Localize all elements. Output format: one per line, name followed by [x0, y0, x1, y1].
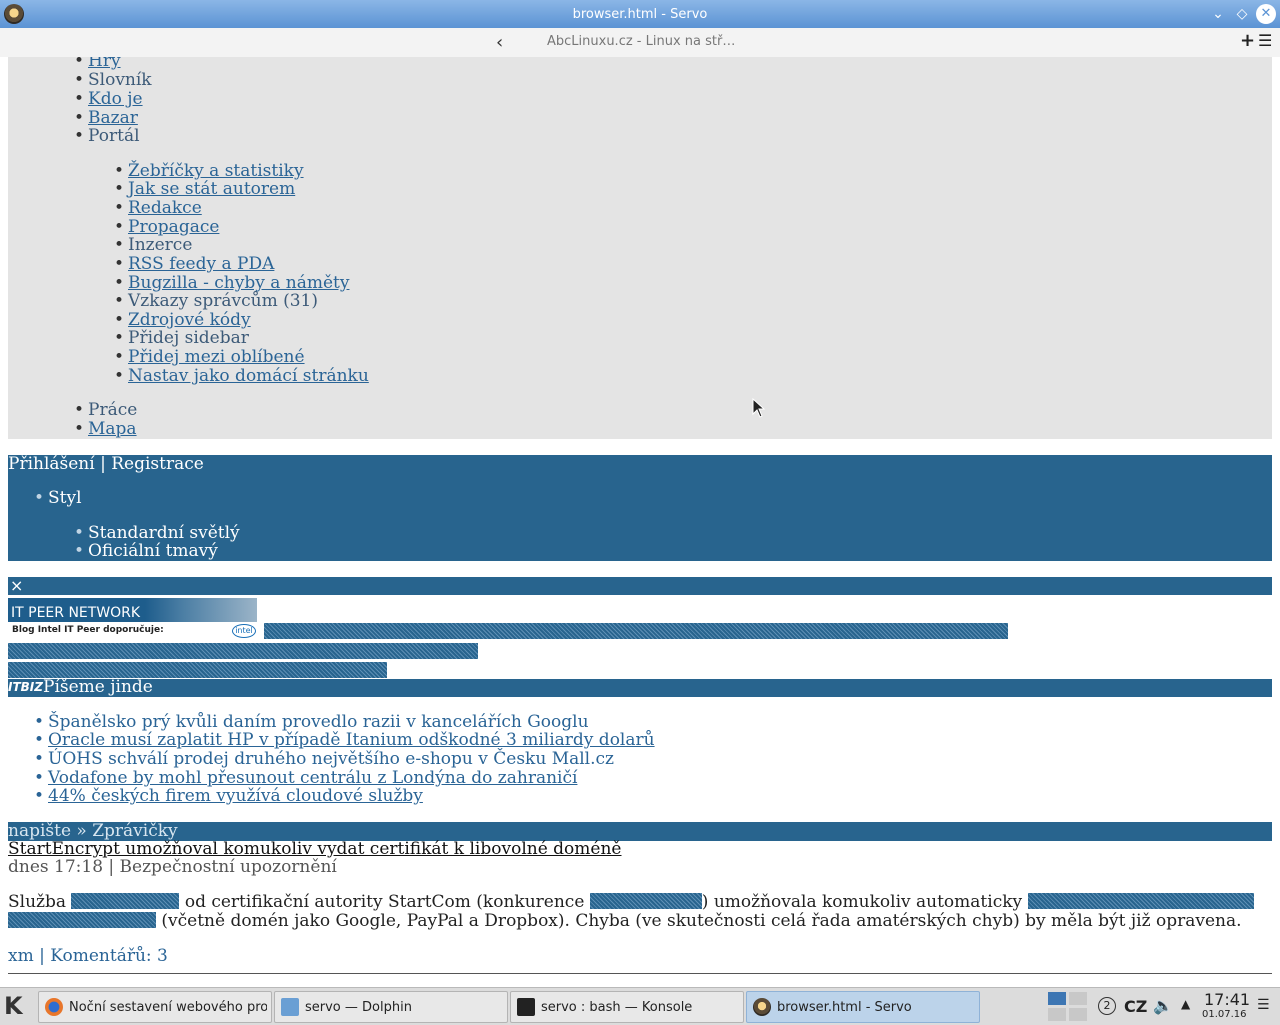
close-icon[interactable]: ✕ [1256, 4, 1276, 24]
it-peer-banner[interactable]: IT PEER NETWORK Blog Intel IT Peer dopor… [8, 598, 257, 640]
virtual-desktop-pager[interactable] [1048, 992, 1088, 1022]
portal-item[interactable]: Přidej sidebar [114, 329, 249, 349]
news-footer: xm | Komentářů: 3 [8, 947, 168, 966]
portal-item[interactable]: Přidej mezi oblíbené [114, 348, 305, 368]
task-label: servo : bash — Konsole [541, 1000, 693, 1015]
clock-date: 01.07.16 [1202, 1009, 1247, 1020]
news-link[interactable] [71, 893, 180, 909]
site-menu: Hry Slovník Kdo je Bazar Portál Žebříčky… [8, 57, 1272, 439]
style-menu-toggle[interactable]: Styl [34, 489, 81, 509]
task-label: browser.html - Servo [777, 1000, 912, 1015]
nav-item-portal[interactable]: Portál [74, 127, 139, 147]
kde-menu-icon[interactable]: K [4, 992, 32, 1020]
back-icon[interactable]: ‹ [496, 32, 503, 53]
ad-close-bar: × [8, 576, 1272, 595]
task-label: servo — Dolphin [305, 1000, 412, 1015]
minimize-icon[interactable]: ⌄ [1208, 4, 1228, 24]
mouse-cursor-icon [752, 398, 766, 418]
banner-subtitle: Blog Intel IT Peer doporučuje: [12, 625, 164, 635]
keyboard-layout[interactable]: CZ [1124, 997, 1147, 1016]
news-author-link[interactable]: xm [8, 946, 34, 966]
user-bar: Přihlášení | Registrace Styl Standardní … [8, 455, 1272, 561]
page-content: Hry Slovník Kdo je Bazar Portál Žebříčky… [0, 57, 1280, 987]
konsole-icon [517, 998, 535, 1016]
banner-title: IT PEER NETWORK [11, 605, 141, 621]
portal-item[interactable]: Nastav jako domácí stránku [114, 367, 369, 387]
divider [8, 973, 1272, 974]
style-option-dark[interactable]: Oficiální tmavý [74, 542, 218, 562]
news-link[interactable] [589, 893, 702, 909]
news-comments-link[interactable]: Komentářů: 3 [50, 946, 168, 966]
close-ad-icon[interactable]: × [10, 576, 23, 595]
task-konsole[interactable]: servo : bash — Konsole [510, 991, 744, 1023]
notifications-icon[interactable]: 2 [1098, 997, 1116, 1015]
portal-item[interactable]: Inzerce [114, 236, 192, 256]
ad-text-line[interactable] [8, 643, 478, 659]
intel-logo: intel [232, 624, 256, 638]
task-firefox[interactable]: Noční sestavení webového prohl [38, 991, 272, 1023]
maximize-icon[interactable]: ◇ [1232, 4, 1252, 24]
nav-item-slovnik[interactable]: Slovník [74, 71, 152, 91]
servo-icon [753, 998, 771, 1016]
nav-item-mapa[interactable]: Mapa [74, 420, 136, 440]
firefox-icon [45, 998, 63, 1016]
tray-expand-icon[interactable]: ▲ [1181, 997, 1190, 1011]
news-paragraph-line: (včetně domén jako Google, PayPal a Drop… [8, 912, 1242, 931]
dolphin-icon [281, 998, 299, 1016]
portal-item[interactable]: Vzkazy správcům (31) [114, 292, 318, 312]
news-text: Služba [8, 892, 67, 912]
task-servo[interactable]: browser.html - Servo [746, 991, 980, 1023]
volume-icon[interactable]: 🔈 [1153, 996, 1173, 1015]
news-text: ) umožňovala komukoliv automaticky [701, 892, 1023, 912]
new-tab-icon[interactable]: + [1240, 30, 1255, 51]
browser-toolbar: ‹ AbcLinuxu.cz - Linux na stř… + ☰ [0, 28, 1280, 58]
itbiz-logo: ITBIZ [8, 680, 43, 694]
portal-item[interactable]: Jak se stát autorem [114, 180, 295, 200]
news-text: (včetně domén jako Google, PayPal a Drop… [161, 911, 1242, 931]
news-link[interactable] [1027, 893, 1254, 909]
separator: | [100, 454, 106, 474]
url-field[interactable]: AbcLinuxu.cz - Linux na stř… [547, 34, 735, 49]
panel-menu-icon[interactable]: ☰ [1257, 997, 1270, 1013]
itbiz-item[interactable]: ÚOHS schválí prodej druhého největšího e… [34, 750, 614, 770]
portal-item[interactable]: Redakce [114, 199, 202, 219]
nav-item-prace[interactable]: Práce [74, 401, 137, 421]
clock-time[interactable]: 17:41 [1204, 990, 1250, 1009]
menu-icon[interactable]: ☰ [1258, 31, 1272, 50]
itbiz-header: ITBIZ Píšeme jinde [8, 678, 1272, 697]
window-title: browser.html - Servo [572, 7, 708, 22]
ad-text-line[interactable] [8, 662, 387, 678]
ad-text-line[interactable] [264, 623, 1008, 639]
news-meta: dnes 17:18 | Bezpečnostní upozornění [8, 857, 337, 877]
portal-item[interactable]: RSS feedy a PDA [114, 255, 274, 275]
separator: | [39, 946, 45, 966]
nav-item-hry[interactable]: Hry [74, 57, 120, 71]
itbiz-item[interactable]: 44% českých firem využívá cloudové služb… [34, 787, 423, 807]
itbiz-item[interactable]: Oracle musí zaplatit HP v případě Itaniu… [34, 731, 655, 751]
taskbar: K Noční sestavení webového prohl servo —… [0, 987, 1280, 1025]
window-titlebar: browser.html - Servo ⌄ ◇ ✕ [0, 0, 1280, 28]
register-link[interactable]: Registrace [111, 454, 204, 474]
nav-item-kdo-je[interactable]: Kdo je [74, 90, 142, 110]
news-paragraph-line: Služba od certifikační autority StartCom… [8, 893, 1254, 912]
task-label: Noční sestavení webového prohl [69, 1000, 267, 1015]
task-dolphin[interactable]: servo — Dolphin [274, 991, 508, 1023]
news-text: od certifikační autority StartCom (konku… [184, 892, 585, 912]
itbiz-heading-link[interactable]: Píšeme jinde [43, 678, 153, 697]
news-link[interactable] [8, 912, 156, 928]
login-link[interactable]: Přihlášení [8, 454, 95, 474]
